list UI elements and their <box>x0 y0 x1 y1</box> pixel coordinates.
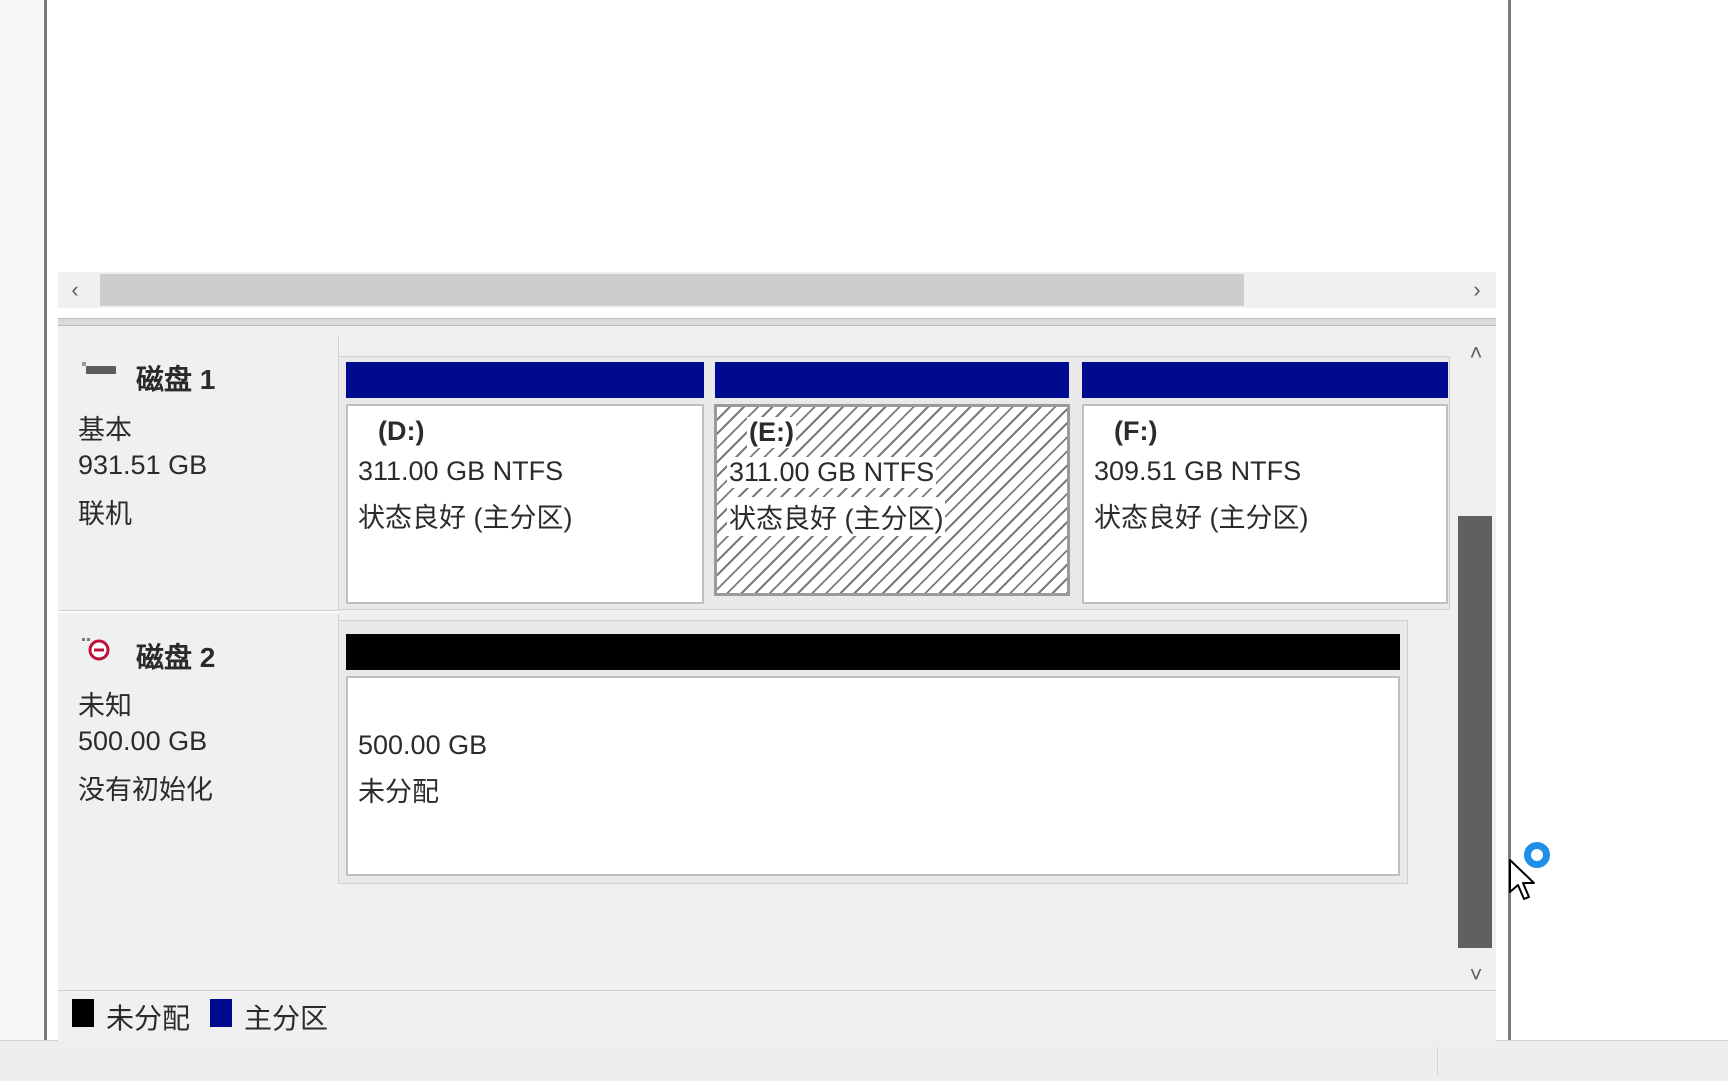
disk-title: 磁盘 1 <box>136 364 216 395</box>
primary-partition-bar <box>715 362 1069 398</box>
horizontal-scroll-thumb[interactable] <box>100 274 1244 306</box>
window-left-edge <box>0 0 45 1040</box>
disk-capacity: 931.51 GB <box>78 450 208 480</box>
hard-disk-icon <box>82 362 116 374</box>
partition-size: 309.51 GB NTFS <box>1094 456 1302 486</box>
unallocated-status: 未分配 <box>358 777 439 807</box>
partition-size: 311.00 GB NTFS <box>727 457 937 488</box>
legend-unallocated-swatch <box>72 999 94 1027</box>
disk-capacity: 500.00 GB <box>78 726 208 756</box>
unallocated-bar <box>346 634 1400 670</box>
legend: 未分配 主分区 <box>58 990 1496 1041</box>
unallocated-size: 500.00 GB <box>358 730 488 760</box>
partition-name: (E:) <box>747 417 796 448</box>
legend-primary-swatch <box>210 999 232 1027</box>
disk-title: 磁盘 2 <box>136 642 216 673</box>
legend-primary-label: 主分区 <box>244 1003 329 1034</box>
primary-partition-bar <box>346 362 704 398</box>
desktop-background <box>1512 0 1728 1040</box>
partition-d[interactable]: (D:) 311.00 GB NTFS 状态良好 (主分区) <box>346 362 704 604</box>
busy-indicator-icon <box>1524 842 1550 868</box>
scroll-down-icon[interactable]: ˅ <box>1456 960 1496 990</box>
scroll-right-icon[interactable]: › <box>1462 276 1492 304</box>
disk-state: 没有初始化 <box>78 775 213 805</box>
disk-separator <box>58 610 338 613</box>
status-bar <box>0 1040 1728 1081</box>
disk-map-vertical-scrollbar[interactable]: ˄ ˅ <box>1456 330 1496 990</box>
disk-type: 未知 <box>78 691 132 721</box>
unallocated-space[interactable]: 500.00 GB 未分配 <box>346 634 1400 876</box>
disk-state: 联机 <box>78 499 132 529</box>
partition-status: 状态良好 (主分区) <box>727 497 946 536</box>
pane-splitter[interactable] <box>58 318 1496 326</box>
volume-list-pane[interactable] <box>58 0 1496 272</box>
partition-e-selected[interactable]: (E:) 311.00 GB NTFS 状态良好 (主分区) <box>714 362 1070 596</box>
partition-status: 状态良好 (主分区) <box>1094 503 1309 533</box>
vertical-scroll-thumb[interactable] <box>1458 516 1492 948</box>
partition-name: (F:) <box>1114 416 1158 446</box>
primary-partition-bar <box>1082 362 1448 398</box>
window-border-left <box>44 0 47 1040</box>
scroll-up-icon[interactable]: ˄ <box>1456 338 1496 368</box>
volume-list-horizontal-scrollbar[interactable]: ‹ › <box>58 272 1496 308</box>
partition-f[interactable]: (F:) 309.51 GB NTFS 状态良好 (主分区) <box>1082 362 1448 604</box>
partition-size: 311.00 GB NTFS <box>358 456 564 486</box>
disk-2-label[interactable]: 磁盘 2 未知 500.00 GB 没有初始化 <box>58 614 339 882</box>
scroll-left-icon[interactable]: ‹ <box>60 276 90 304</box>
disk-not-initialized-icon <box>82 638 110 661</box>
partition-status: 状态良好 (主分区) <box>358 503 573 533</box>
partition-name: (D:) <box>378 416 425 446</box>
disk-1-label[interactable]: 磁盘 1 基本 931.51 GB 联机 <box>58 336 339 610</box>
legend-unallocated-label: 未分配 <box>106 1003 191 1034</box>
disk-type: 基本 <box>78 415 132 445</box>
